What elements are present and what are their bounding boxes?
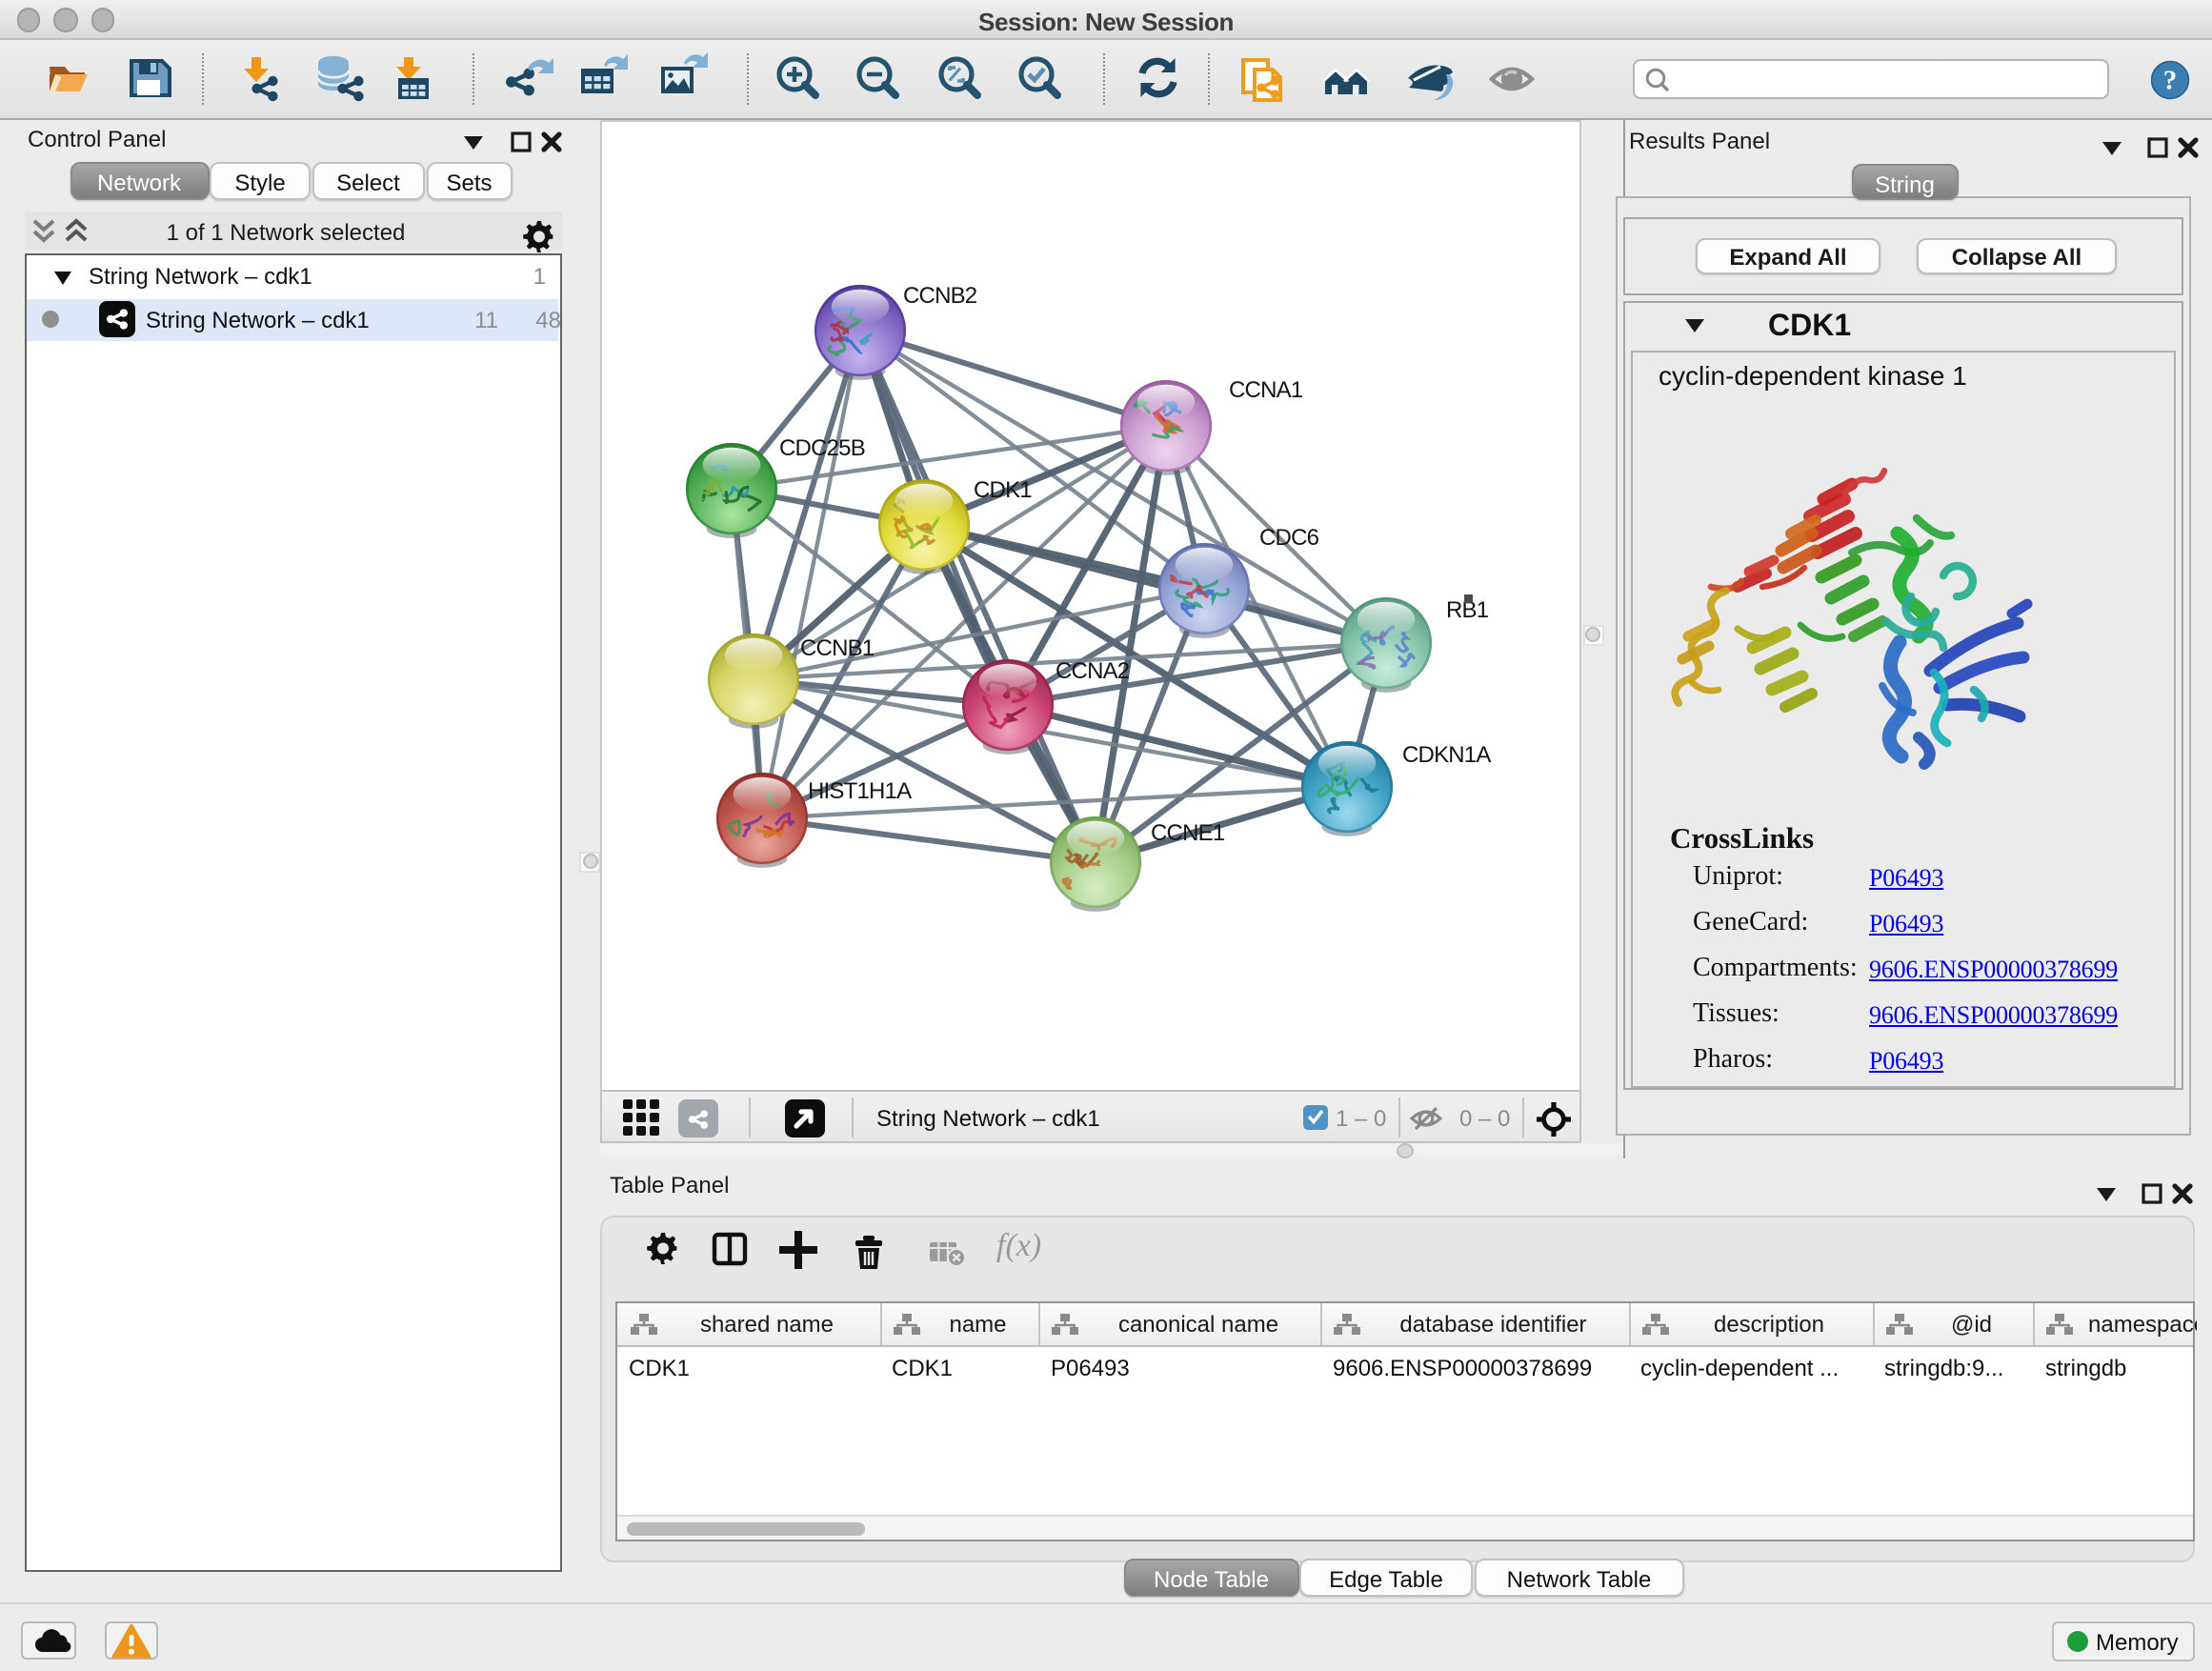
svg-text:CDC6: CDC6: [1259, 525, 1319, 551]
svg-text:CCNB1: CCNB1: [800, 635, 875, 661]
svg-text:CDK1: CDK1: [974, 477, 1032, 503]
svg-text:HIST1H1A: HIST1H1A: [808, 778, 912, 804]
svg-text:?: ?: [2163, 65, 2178, 95]
svg-text:CDC25B: CDC25B: [779, 435, 865, 461]
svg-text:CCNE1: CCNE1: [1151, 820, 1225, 846]
svg-text:CDKN1A: CDKN1A: [1402, 742, 1491, 768]
svg-text:CCNA2: CCNA2: [1056, 658, 1130, 684]
svg-text:CCNB2: CCNB2: [903, 283, 977, 309]
svg-text:CCNA1: CCNA1: [1229, 377, 1303, 403]
